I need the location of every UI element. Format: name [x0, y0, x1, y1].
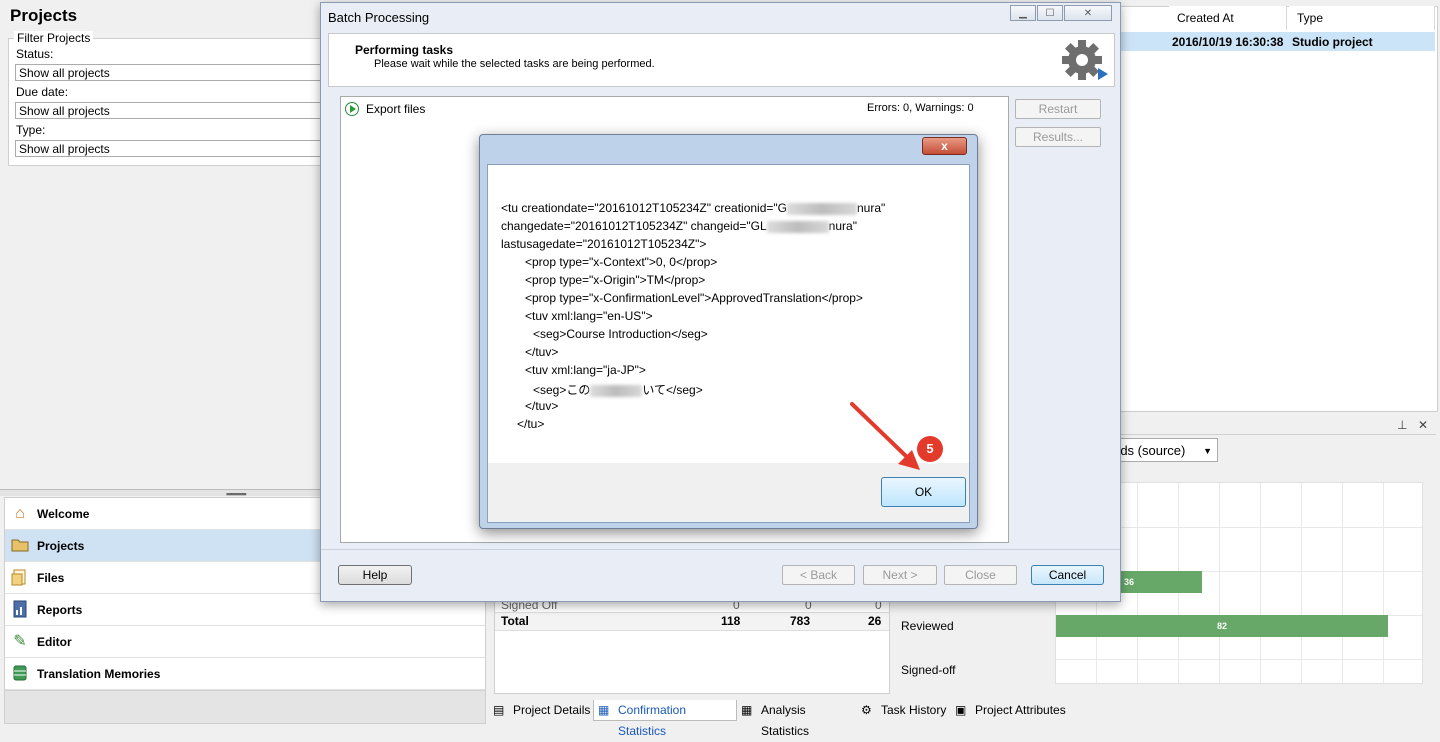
close-button[interactable]: Close	[944, 565, 1017, 585]
divider	[321, 549, 1120, 550]
column-header-created-at[interactable]: Created At	[1169, 6, 1287, 30]
column-header-type[interactable]: Type	[1289, 6, 1435, 30]
step-badge: 5	[917, 436, 943, 462]
tab-project-details[interactable]: ▤ Project Details	[489, 700, 593, 721]
tab-label: Project Details	[513, 703, 591, 717]
close-icon[interactable]: x	[922, 137, 967, 155]
tmx-line: <seg>Course Introduction</seg>	[533, 327, 708, 341]
maximize-icon[interactable]: ☐	[1037, 5, 1063, 21]
tab-confirmation-statistics[interactable]: ▦ Confirmation Statistics	[593, 700, 737, 738]
attributes-icon: ▣	[955, 703, 967, 717]
chart-bar: 82	[1056, 615, 1388, 637]
tmx-line: </tuv>	[525, 345, 559, 359]
pin-icon[interactable]: ⊥	[1397, 418, 1407, 432]
nav-item-label: Welcome	[37, 507, 90, 521]
tab-project-attributes[interactable]: ▣ Project Attributes	[951, 700, 1071, 721]
cell-value: 118	[721, 614, 741, 628]
tmx-line: <prop type="x-Origin">TM</prop>	[525, 273, 706, 287]
chevron-down-icon: ▼	[1203, 446, 1212, 456]
tmx-line: </tuv>	[525, 399, 559, 413]
tab-label: Task History	[881, 703, 947, 717]
cell-value: 26	[868, 614, 882, 628]
gear-icon	[1062, 40, 1108, 80]
ok-button[interactable]: OK	[881, 477, 966, 507]
tmx-line: <tuv xml:lang="ja-JP">	[525, 363, 646, 377]
pencil-icon: ✎	[13, 633, 27, 650]
minimize-icon[interactable]: ▁	[1010, 5, 1036, 21]
task-name: Export files	[366, 102, 426, 116]
table-row[interactable]: 2016/10/19 16:30:38 Studio project	[1120, 32, 1435, 51]
tmx-line: <tuv xml:lang="en-US">	[525, 309, 653, 323]
redacted-text	[786, 202, 857, 215]
files-icon	[10, 568, 30, 588]
tab-analysis-statistics[interactable]: ▦ Analysis Statistics	[737, 700, 857, 738]
help-button[interactable]: Help	[338, 565, 412, 585]
close-icon[interactable]: ✕	[1418, 418, 1428, 432]
filter-legend: Filter Projects	[14, 31, 94, 45]
nav-item-label: Projects	[37, 539, 85, 553]
redacted-text	[766, 220, 829, 233]
details-tabstrip: ▤ Project Details ▦ Confirmation Statistic…	[489, 700, 1439, 738]
tab-label: Confirmation Statistics	[618, 703, 687, 738]
type-cell: Studio project	[1292, 35, 1373, 49]
reports-icon	[10, 600, 30, 620]
cell-value: 783	[790, 614, 811, 628]
home-icon: ⌂	[15, 505, 25, 522]
tab-label: Project Attributes	[975, 703, 1066, 717]
chart-category-label: Signed-off	[901, 663, 956, 677]
dialog-header: Performing tasks Please wait while the s…	[328, 33, 1115, 87]
nav-item-editor[interactable]: ✎ Editor	[5, 626, 485, 658]
tmx-line: <tu creationdate="20161012T105234Z" crea…	[501, 201, 886, 215]
status-label: Status:	[16, 47, 54, 61]
tmx-line: <prop type="x-ConfirmationLevel">Approve…	[525, 291, 863, 305]
row-label: Total	[501, 614, 529, 628]
nav-item-label: Translation Memories	[37, 667, 161, 681]
nav-overflow-bar	[4, 690, 486, 724]
running-task-icon	[345, 102, 359, 116]
annotation-arrow-icon	[850, 402, 920, 470]
page-title: Projects	[10, 6, 78, 25]
task-status: Errors: 0, Warnings: 0	[867, 102, 974, 114]
restart-button[interactable]: Restart	[1015, 99, 1101, 119]
statistics-icon: ▦	[598, 703, 610, 717]
details-icon: ▤	[493, 703, 505, 717]
nav-item-label: Editor	[37, 635, 72, 649]
created-at-cell: 2016/10/19 16:30:38	[1172, 35, 1284, 49]
count-type-dropdown[interactable]: rds (source) ▼	[1112, 438, 1218, 462]
folder-icon	[10, 536, 30, 556]
header-title: Performing tasks	[355, 43, 454, 57]
cancel-button[interactable]: Cancel	[1031, 565, 1104, 585]
tmx-line: <prop type="x-Context">0, 0</prop>	[525, 255, 718, 269]
dropdown-value: rds (source)	[1116, 443, 1186, 458]
tab-label: Analysis Statistics	[761, 703, 810, 738]
tmx-line: lastusagedate="20161012T105234Z">	[501, 237, 707, 251]
due-date-label: Due date:	[16, 85, 69, 99]
tmx-line: <seg>この いて</seg>	[533, 383, 703, 397]
chart-category-label: Reviewed	[901, 619, 954, 633]
header-subtitle: Please wait while the selected tasks are…	[374, 58, 655, 70]
redacted-text	[590, 384, 643, 397]
database-icon	[10, 664, 30, 684]
back-button[interactable]: < Back	[782, 565, 855, 585]
nav-item-label: Files	[37, 571, 65, 585]
next-button[interactable]: Next >	[863, 565, 937, 585]
dialog-title: Batch Processing	[328, 10, 430, 25]
gear-icon: ⚙	[861, 703, 872, 717]
type-label: Type:	[16, 123, 46, 137]
report-pane-header	[1120, 414, 1436, 435]
nav-item-translation-memories[interactable]: Translation Memories	[5, 658, 485, 690]
analysis-icon: ▦	[741, 703, 753, 717]
close-icon[interactable]: ✕	[1064, 5, 1112, 21]
confirmation-stats-table: Signed Off 0 0 0 Total 118 783 26	[494, 596, 890, 694]
tmx-line: </tu>	[517, 417, 545, 431]
nav-item-label: Reports	[37, 603, 83, 617]
results-button[interactable]: Results...	[1015, 127, 1101, 147]
tab-task-history[interactable]: ⚙ Task History	[857, 700, 951, 721]
projects-grid	[1120, 6, 1438, 412]
table-row-total: Total 118 783 26	[495, 612, 889, 631]
tmx-line: changedate="20161012T105234Z" changeid="…	[501, 219, 857, 233]
